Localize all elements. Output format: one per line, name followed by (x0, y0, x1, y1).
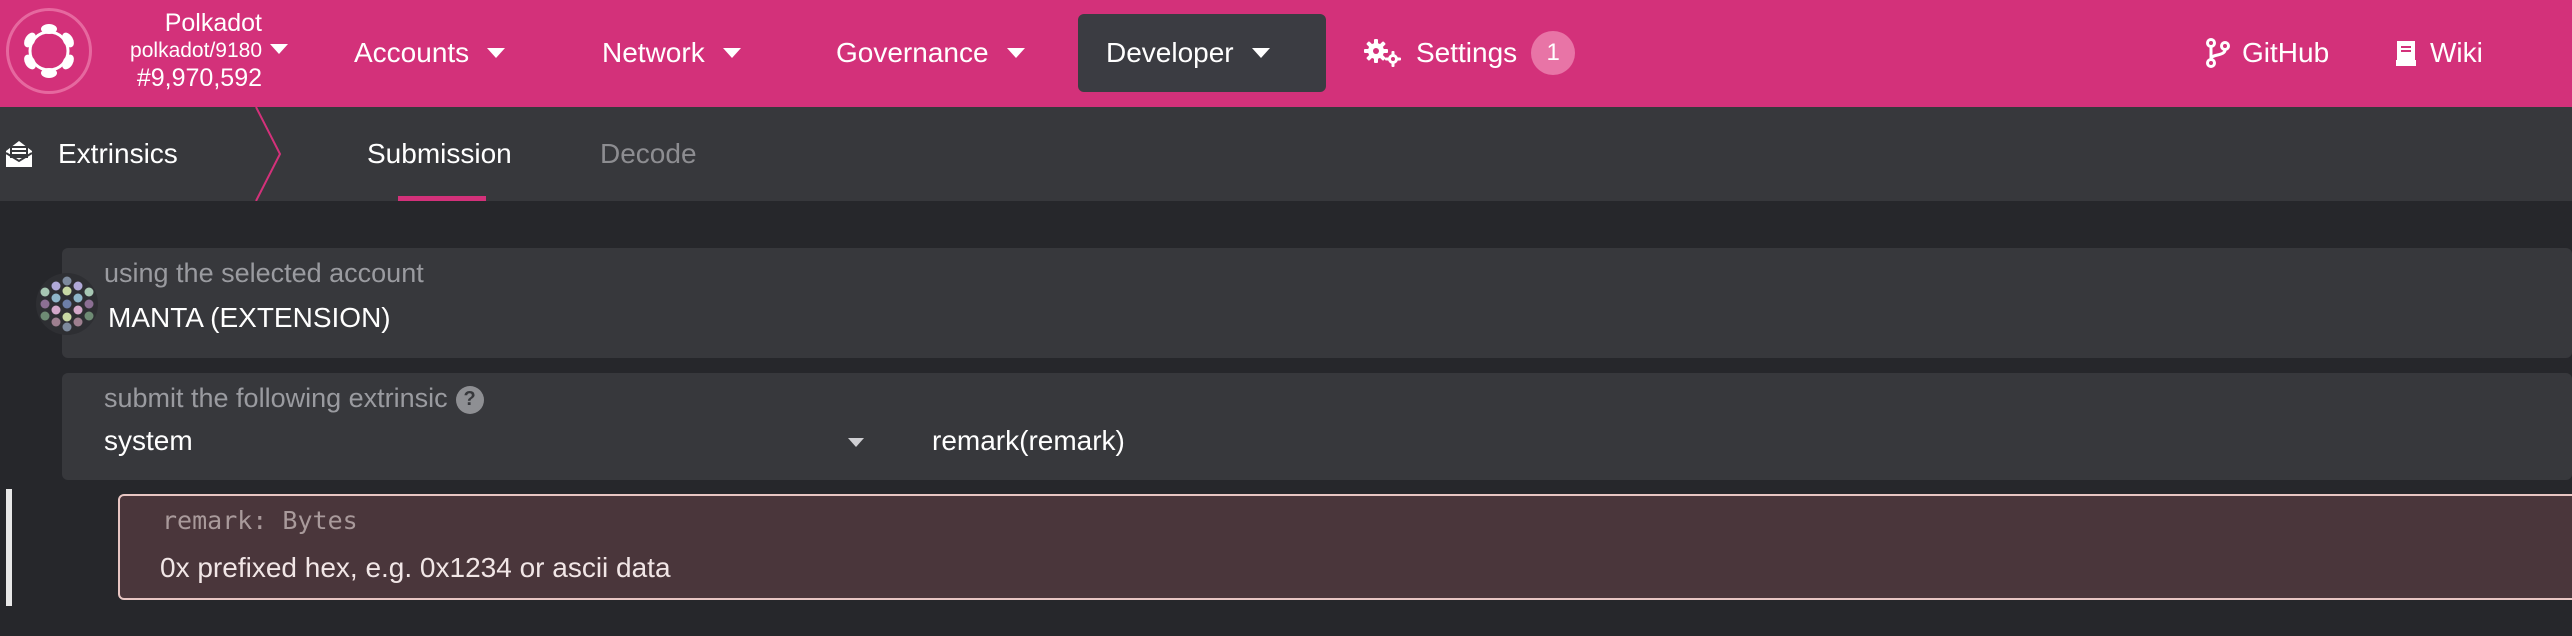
nav-governance[interactable]: Governance (808, 14, 1053, 92)
polkadot-logo[interactable] (6, 8, 92, 94)
code-branch-icon (2206, 38, 2230, 68)
account-selector[interactable]: using the selected account MANTA (EXTENS… (62, 248, 2572, 358)
gears-icon (1364, 38, 1402, 68)
nav-github-label: GitHub (2242, 37, 2330, 68)
breadcrumb-separator-icon (255, 107, 282, 201)
sub-header: Extrinsics Submission Decode (0, 107, 2572, 201)
nav-network-label: Network (602, 37, 705, 68)
nav-settings[interactable]: Settings 1 (1336, 14, 1603, 92)
call-select[interactable]: remark(remark) (932, 425, 1125, 457)
remark-param-field: remark: Bytes (118, 494, 2572, 600)
chain-spec: polkadot/9180 (130, 39, 262, 62)
tab-decode-label: Decode (600, 138, 697, 169)
nav-governance-label: Governance (836, 37, 989, 68)
extrinsic-label: submit the following extrinsic (104, 383, 448, 413)
section-extrinsics[interactable]: Extrinsics (0, 107, 178, 201)
nav-network[interactable]: Network (574, 14, 769, 92)
nav-wiki-label: Wiki (2430, 37, 2483, 68)
nav-accounts-label: Accounts (354, 37, 470, 68)
chain-name: Polkadot (164, 9, 262, 37)
envelope-open-icon (4, 139, 34, 169)
caret-down-icon (487, 48, 506, 58)
module-select[interactable]: system (104, 425, 193, 457)
settings-badge: 1 (1531, 31, 1576, 75)
help-icon[interactable]: ? (455, 385, 484, 414)
param-type-label: remark: Bytes (162, 506, 358, 535)
extrinsic-selector: submit the following extrinsic? system r… (62, 373, 2572, 480)
chain-selector[interactable]: Polkadot polkadot/9180 #9,970,592 (112, 8, 262, 93)
book-icon (2394, 39, 2418, 67)
account-label: using the selected account (104, 258, 424, 288)
caret-down-icon (1251, 48, 1270, 58)
polkadot-logo-icon (6, 8, 92, 94)
extrinsic-label-row: submit the following extrinsic? (104, 383, 484, 414)
account-value: MANTA (EXTENSION) (108, 302, 391, 333)
top-navbar: Polkadot polkadot/9180 #9,970,592 Accoun… (0, 0, 2572, 107)
block-number: #9,970,592 (136, 64, 262, 93)
section-title: Extrinsics (58, 138, 178, 169)
nav-developer-label: Developer (1106, 37, 1234, 68)
nav-developer[interactable]: Developer (1078, 14, 1326, 92)
remark-input[interactable] (160, 546, 2160, 590)
account-identicon-avatar[interactable] (36, 273, 98, 335)
nav-settings-label: Settings (1416, 37, 1518, 68)
tab-decode[interactable]: Decode (600, 107, 697, 201)
caret-down-icon (1006, 48, 1025, 58)
nav-accounts[interactable]: Accounts (326, 14, 533, 92)
tab-submission-label: Submission (367, 138, 512, 169)
module-dropdown-caret-icon[interactable] (848, 438, 864, 447)
active-tab-indicator (398, 196, 486, 201)
caret-down-icon (722, 48, 741, 58)
tab-submission[interactable]: Submission (367, 107, 512, 201)
nav-wiki[interactable]: Wiki (2366, 14, 2511, 92)
param-error-indicator (6, 489, 12, 606)
nav-github[interactable]: GitHub (2178, 14, 2357, 92)
chain-caret-down-icon[interactable] (270, 44, 288, 54)
